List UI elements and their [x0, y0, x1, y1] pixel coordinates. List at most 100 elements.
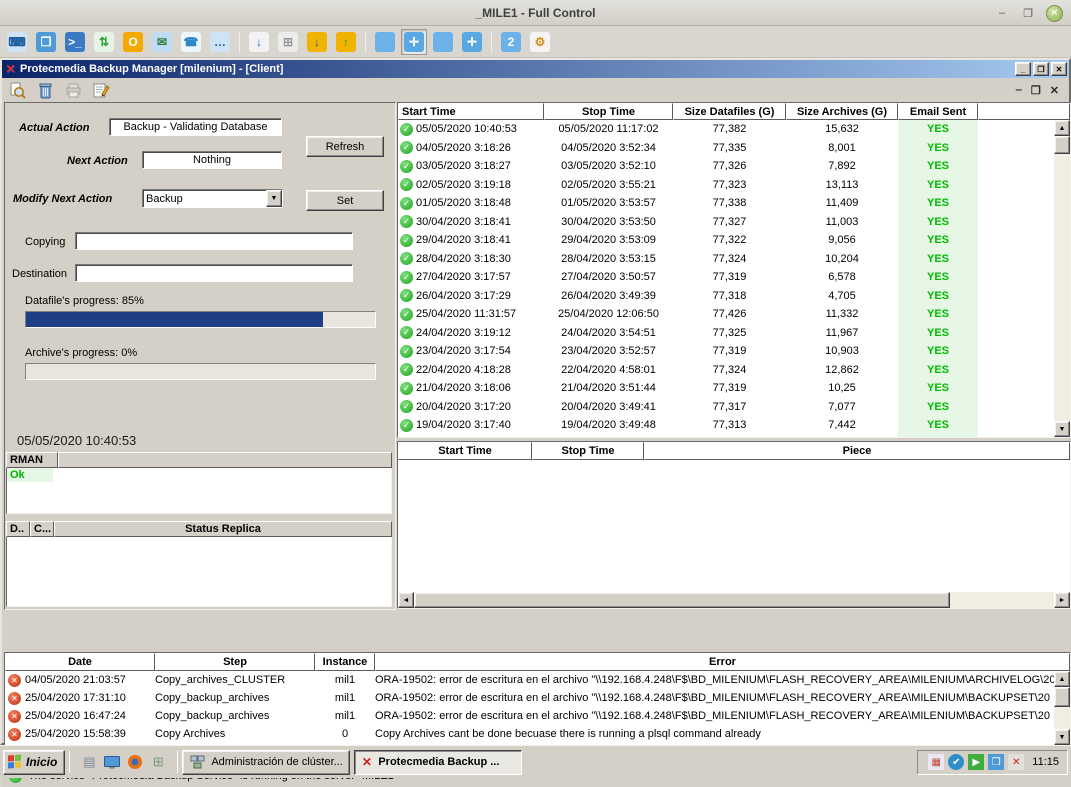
app-minimize-button[interactable]: _ — [1015, 62, 1031, 76]
rman-header[interactable]: RMAN — [6, 452, 58, 468]
table-row[interactable]: ✓03/05/2020 3:18:2703/05/2020 3:52:1077,… — [398, 157, 1054, 176]
errors-col-step[interactable]: Step — [155, 653, 315, 671]
scroll-up-button[interactable]: ▲ — [1054, 120, 1070, 136]
set-button[interactable]: Set — [306, 190, 384, 211]
stop-time-cell: 05/05/2020 11:17:02 — [544, 123, 673, 135]
table-row[interactable]: ✓20/04/2020 3:17:2020/04/2020 3:49:4177,… — [398, 398, 1054, 417]
fullscreen-icon[interactable]: ✛ — [401, 29, 427, 55]
vnc-minimize-button[interactable]: ‒ — [994, 5, 1010, 21]
preview-icon[interactable] — [8, 81, 26, 99]
ctrl-key-icon[interactable]: O — [120, 29, 146, 55]
mdi-restore-button[interactable]: ❐ — [1031, 84, 1041, 97]
firefox-icon[interactable] — [126, 753, 144, 771]
table-row[interactable]: ✕04/05/2020 21:03:57Copy_archives_CLUSTE… — [5, 671, 1054, 689]
table-row[interactable]: ✓22/04/2020 4:18:2822/04/2020 4:58:0177,… — [398, 361, 1054, 380]
session-manager-icon[interactable]: ▦ — [928, 754, 944, 770]
app-close-button[interactable]: ✕ — [1051, 62, 1067, 76]
dual-monitor-icon[interactable]: 2 — [498, 29, 524, 55]
scroll-right-button[interactable]: ► — [1054, 592, 1070, 608]
table-row[interactable]: ✓02/05/2020 3:19:1802/05/2020 3:55:2177,… — [398, 176, 1054, 195]
scroll-thumb[interactable] — [414, 592, 950, 608]
chat-request-icon[interactable]: ✉ — [149, 29, 175, 55]
col-start-time[interactable]: Start Time — [398, 103, 544, 120]
task-button-protecmedia-backup[interactable]: ✕ Protecmedia Backup ... — [354, 750, 522, 775]
refresh-arrows-icon[interactable]: ⇅ — [91, 29, 117, 55]
ctrl-alt-del-icon[interactable]: ⌨ — [4, 29, 30, 55]
window-normal-icon[interactable] — [372, 29, 398, 55]
scroll-thumb[interactable] — [1054, 136, 1070, 154]
recorder-icon[interactable]: ▶ — [968, 754, 984, 770]
task-button-cluster-admin[interactable]: Administración de clúster... — [182, 750, 350, 775]
show-desktop-icon[interactable] — [103, 753, 121, 771]
errors-col-error[interactable]: Error — [375, 653, 1070, 671]
network-monitor-icon[interactable]: ✔ — [948, 754, 964, 770]
edit-icon[interactable] — [92, 81, 110, 99]
network-connections-icon[interactable]: ❒ — [988, 754, 1004, 770]
tools-icon[interactable]: ⚙ — [527, 29, 553, 55]
chat-icon[interactable]: … — [207, 29, 233, 55]
table-row[interactable]: ✕25/04/2020 15:58:39Copy Archives0Copy A… — [5, 725, 1054, 743]
pieces-horizontal-scrollbar[interactable]: ◄ ► — [398, 592, 1070, 608]
col-size-archives[interactable]: Size Archives (G) — [786, 103, 898, 120]
table-row[interactable]: ✓27/04/2020 3:17:5727/04/2020 3:50:5777,… — [398, 268, 1054, 287]
table-row[interactable]: ✓23/04/2020 3:17:5423/04/2020 3:52:5777,… — [398, 342, 1054, 361]
backups-vertical-scrollbar[interactable]: ▲ ▼ — [1054, 120, 1070, 437]
table-row[interactable]: ✓26/04/2020 3:17:2926/04/2020 3:49:3977,… — [398, 287, 1054, 306]
table-row[interactable]: ✓24/04/2020 3:19:1224/04/2020 3:54:5177,… — [398, 324, 1054, 343]
app-restore-button[interactable]: ❐ — [1033, 62, 1049, 76]
email-sent-cell: YES — [898, 157, 978, 176]
table-row[interactable]: ✓28/04/2020 3:18:3028/04/2020 3:53:1577,… — [398, 250, 1054, 269]
table-row[interactable]: ✓21/04/2020 3:18:0621/04/2020 3:51:4477,… — [398, 379, 1054, 398]
table-row[interactable]: ✓30/04/2020 3:18:4130/04/2020 3:53:5077,… — [398, 213, 1054, 232]
table-row[interactable]: ✓25/04/2020 11:31:5725/04/2020 12:06:507… — [398, 305, 1054, 324]
errors-col-date[interactable]: Date — [5, 653, 155, 671]
connection-options-icon[interactable]: ⊞ — [275, 29, 301, 55]
scaled-view-icon[interactable] — [430, 29, 456, 55]
errors-vertical-scrollbar[interactable]: ▲ ▼ — [1054, 671, 1070, 745]
table-row[interactable]: ✓04/05/2020 3:18:2604/05/2020 3:52:3477,… — [398, 139, 1054, 158]
table-row[interactable]: ✓19/04/2020 3:17:4019/04/2020 3:49:4877,… — [398, 416, 1054, 435]
table-row[interactable]: ✕25/04/2020 16:47:24Copy_backup_archives… — [5, 707, 1054, 725]
replica-header-c[interactable]: C... — [30, 521, 54, 537]
pieces-col-start-time[interactable]: Start Time — [398, 442, 532, 460]
volume-muted-icon[interactable]: ✕ — [1008, 754, 1024, 770]
table-row[interactable]: ✓01/05/2020 3:18:4801/05/2020 3:53:5777,… — [398, 194, 1054, 213]
window-toggle-icon[interactable]: ❐ — [33, 29, 59, 55]
cluster-icon[interactable]: ⊞ — [149, 753, 167, 771]
mdi-minimize-button[interactable]: ‒ — [1016, 84, 1022, 97]
terminal-icon[interactable]: >_ — [62, 29, 88, 55]
vnc-close-button[interactable]: ✕ — [1046, 5, 1063, 22]
file-transfer-icon[interactable]: ↓ — [246, 29, 272, 55]
replica-header-status[interactable]: Status Replica — [54, 521, 392, 537]
scroll-left-button[interactable]: ◄ — [398, 592, 414, 608]
refresh-button[interactable]: Refresh — [306, 136, 384, 157]
phone-icon[interactable]: ☎ — [178, 29, 204, 55]
upload-box-icon[interactable]: ↑ — [333, 29, 359, 55]
table-row[interactable]: ✓05/05/2020 10:40:5305/05/2020 11:17:027… — [398, 120, 1054, 139]
table-row[interactable]: ✓29/04/2020 3:18:4129/04/2020 3:53:0977,… — [398, 231, 1054, 250]
table-row[interactable]: ✕25/04/2020 17:31:10Copy_backup_archives… — [5, 689, 1054, 707]
col-email-sent[interactable]: Email Sent — [898, 103, 978, 120]
pieces-col-stop-time[interactable]: Stop Time — [532, 442, 644, 460]
scroll-down-button[interactable]: ▼ — [1054, 421, 1070, 437]
replica-header-d[interactable]: D.. — [6, 521, 30, 537]
auto-scale-icon[interactable]: ✛ — [459, 29, 485, 55]
scroll-up-button[interactable]: ▲ — [1054, 671, 1070, 687]
server-icon[interactable]: ▤ — [80, 753, 98, 771]
col-stop-time[interactable]: Stop Time — [544, 103, 673, 120]
table-row[interactable]: ✓18/04/2020 3:18:2518/04/2020 3:52:4777,… — [398, 435, 1054, 438]
error-icon: ✕ — [8, 692, 21, 705]
delete-icon[interactable] — [36, 81, 54, 99]
scroll-down-button[interactable]: ▼ — [1054, 729, 1070, 745]
combo-dropdown-button[interactable]: ▼ — [266, 190, 282, 207]
modify-next-action-combo[interactable]: Backup ▼ — [142, 189, 283, 208]
protecmedia-app-icon: ✕ — [4, 63, 17, 76]
vnc-restore-button[interactable]: ❐ — [1020, 5, 1036, 21]
errors-col-instance[interactable]: Instance — [315, 653, 375, 671]
pieces-col-piece[interactable]: Piece — [644, 442, 1070, 460]
mdi-close-button[interactable]: ✕ — [1050, 84, 1059, 97]
download-box-icon[interactable]: ↓ — [304, 29, 330, 55]
scroll-thumb[interactable] — [1054, 687, 1070, 707]
col-size-datafiles[interactable]: Size Datafiles (G) — [673, 103, 786, 120]
start-button[interactable]: Inicio — [3, 750, 65, 775]
